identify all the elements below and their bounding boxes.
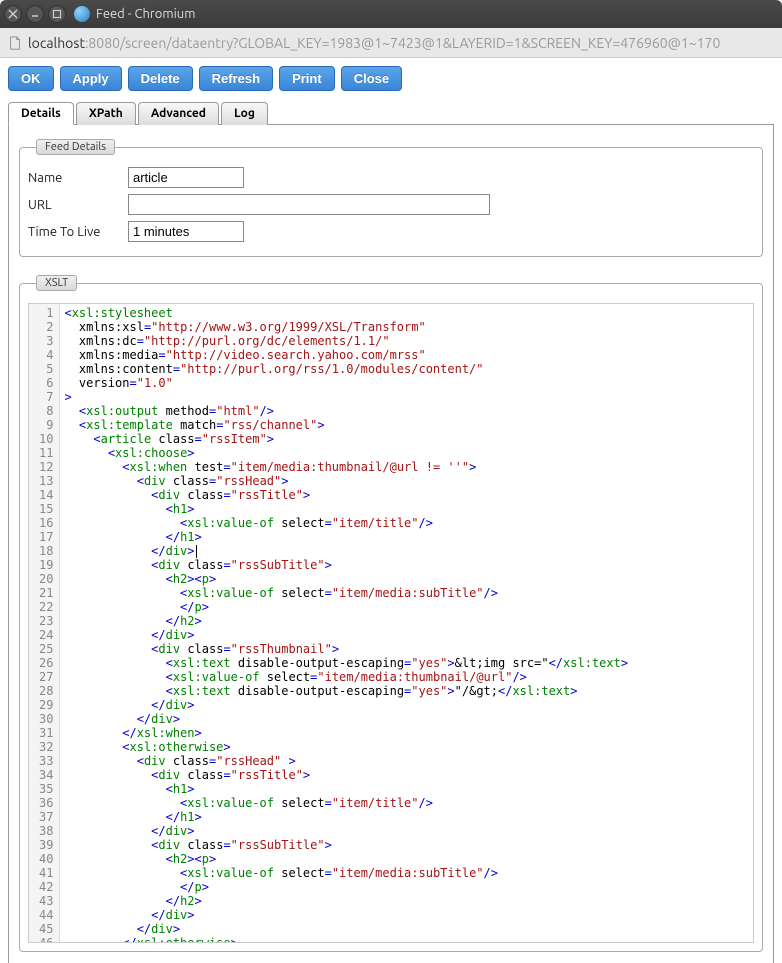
window-minimize-icon[interactable] (26, 5, 44, 23)
name-label: Name (28, 171, 128, 185)
xslt-fieldset: XSLT 12345678910111213141516171819202122… (19, 275, 763, 952)
ttl-input[interactable] (128, 221, 244, 242)
tab-details[interactable]: Details (8, 102, 74, 125)
url-input[interactable] (128, 194, 490, 215)
refresh-button[interactable]: Refresh (199, 66, 273, 91)
page-icon (8, 36, 22, 50)
window-titlebar: Feed - Chromium (0, 0, 782, 28)
code-body[interactable]: <xsl:stylesheet xmlns:xsl="http://www.w3… (60, 304, 668, 942)
xslt-legend: XSLT (36, 275, 77, 291)
feed-details-fieldset: Feed Details Name URL Time To Live (19, 139, 763, 257)
window-close-icon[interactable] (4, 5, 22, 23)
name-input[interactable] (128, 167, 244, 188)
tab-xpath[interactable]: XPath (76, 102, 136, 125)
chromium-icon (74, 6, 90, 22)
print-button[interactable]: Print (279, 66, 335, 91)
window-maximize-icon[interactable] (48, 5, 66, 23)
window-title: Feed - Chromium (96, 7, 195, 21)
url-label: URL (28, 198, 128, 212)
ok-button[interactable]: OK (8, 66, 54, 91)
action-toolbar: OK Apply Delete Refresh Print Close (8, 66, 774, 91)
address-bar[interactable]: localhost:8080/screen/dataentry?GLOBAL_K… (0, 28, 782, 58)
page-content: OK Apply Delete Refresh Print Close Deta… (0, 58, 782, 963)
details-panel: Feed Details Name URL Time To Live XSLT … (8, 125, 774, 963)
ttl-label: Time To Live (28, 225, 128, 239)
feed-details-legend: Feed Details (36, 139, 115, 155)
url-host: localhost (28, 35, 85, 51)
line-gutter: 1234567891011121314151617181920212223242… (29, 304, 60, 942)
tab-log[interactable]: Log (221, 102, 268, 125)
close-button[interactable]: Close (341, 66, 402, 91)
delete-button[interactable]: Delete (128, 66, 193, 91)
tab-advanced[interactable]: Advanced (138, 102, 219, 125)
tab-strip: Details XPath Advanced Log (8, 101, 774, 125)
xslt-editor[interactable]: 1234567891011121314151617181920212223242… (28, 303, 754, 943)
apply-button[interactable]: Apply (60, 66, 122, 91)
url-path: :8080/screen/dataentry?GLOBAL_KEY=1983@1… (85, 35, 720, 51)
